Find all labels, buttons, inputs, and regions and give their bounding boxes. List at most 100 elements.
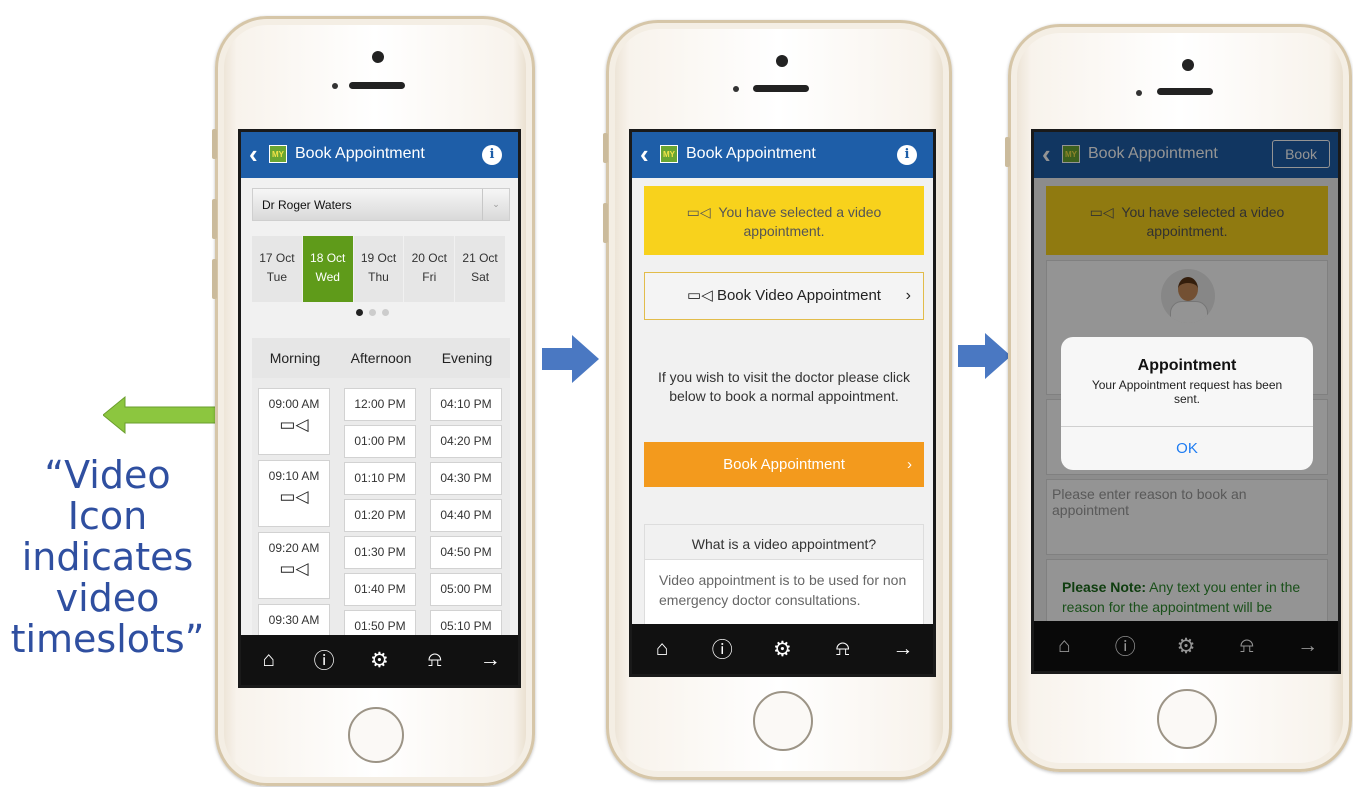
back-chevron-icon[interactable]: ‹ <box>249 141 258 167</box>
book-appointment-button[interactable]: Book Appointment › <box>644 442 924 487</box>
column-header-morning: Morning <box>269 350 321 366</box>
chevron-down-icon: ⌄ <box>482 189 509 220</box>
app-logo: MY <box>269 145 287 163</box>
timeslot-time: 04:50 PM <box>440 545 492 559</box>
date-tab-21[interactable]: 21 Oct Sat <box>455 236 505 302</box>
faq-question[interactable]: What is a video appointment? <box>645 525 923 560</box>
date-weekday: Sat <box>471 270 490 284</box>
timeslot-time: 01:40 PM <box>354 582 406 596</box>
video-camera-icon: ▭◁ <box>279 415 309 434</box>
info-icon[interactable]: ⓘ <box>309 645 339 675</box>
video-timeslot[interactable]: 09:00 AM ▭◁ <box>258 388 330 455</box>
timeslot[interactable]: 01:00 PM <box>344 425 416 458</box>
tab-bar: ⌂ ⓘ ⚙ ⍾ → <box>241 635 518 685</box>
date-day: 19 Oct <box>360 251 397 265</box>
column-header-afternoon: Afternoon <box>350 350 412 366</box>
info-icon[interactable]: i <box>897 145 917 165</box>
speaker-grille <box>349 82 405 89</box>
page-indicator[interactable] <box>356 309 389 316</box>
logout-icon[interactable]: → <box>475 648 505 672</box>
date-tab-20[interactable]: 20 Oct Fri <box>404 236 455 302</box>
tab-bar: ⌂ ⓘ ⚙ ⍾ → <box>632 624 933 674</box>
date-day: 20 Oct <box>411 251 447 265</box>
alert-title: Appointment <box>1137 357 1237 374</box>
settings-icon[interactable]: ⚙ <box>364 648 394 673</box>
app-screen-3: ‹ MY Book Appointment Book ▭◁ You have s… <box>1031 129 1341 674</box>
timeslot-time: 09:20 AM <box>268 541 320 555</box>
phone-frame-3: ‹ MY Book Appointment Book ▭◁ You have s… <box>1005 24 1352 772</box>
timeslot[interactable]: 01:20 PM <box>344 499 416 532</box>
nav-bar: ‹ MY Book Appointment i <box>632 132 933 178</box>
caption-line: indicates <box>21 535 194 580</box>
nav-bar: ‹ MY Book Appointment i <box>241 132 518 178</box>
home-button[interactable] <box>753 691 813 751</box>
blue-arrow-icon <box>958 333 1011 379</box>
home-button[interactable] <box>1157 689 1217 749</box>
timeslot-time: 09:00 AM <box>268 397 320 411</box>
home-icon[interactable]: ⌂ <box>647 637 677 661</box>
timeslot[interactable]: 04:50 PM <box>430 536 502 569</box>
slot-column-headers: Morning Afternoon Evening <box>252 338 510 378</box>
video-timeslot[interactable]: 09:10 AM ▭◁ <box>258 460 330 527</box>
confirmation-alert: Appointment Your Appointment request has… <box>1061 337 1313 470</box>
button-label: Book Appointment <box>723 456 845 473</box>
sensor-icon <box>332 83 338 89</box>
date-weekday: Tue <box>266 270 288 284</box>
logout-icon[interactable]: → <box>888 637 918 661</box>
video-camera-icon: ▭◁ <box>279 487 309 506</box>
timeslot[interactable]: 01:10 PM <box>344 462 416 495</box>
faq-answer: Video appointment is to be used for non … <box>659 572 907 608</box>
timeslot[interactable]: 04:30 PM <box>430 462 502 495</box>
book-video-appointment-button[interactable]: ▭◁ Book Video Appointment › <box>644 272 924 320</box>
side-key <box>603 203 608 243</box>
bell-icon[interactable]: ⍾ <box>828 637 858 661</box>
video-timeslot[interactable]: 09:20 AM ▭◁ <box>258 532 330 599</box>
timeslot[interactable]: 01:40 PM <box>344 573 416 606</box>
timeslot-time: 09:30 AM <box>268 613 320 627</box>
doctor-select-value: Dr Roger Waters <box>262 198 352 212</box>
banner-text: You have selected a video appointment. <box>718 204 882 239</box>
alert-ok-button[interactable]: OK <box>1061 426 1313 470</box>
home-button[interactable] <box>348 707 404 763</box>
sensor-icon <box>1136 90 1142 96</box>
video-selected-banner: ▭◁ You have selected a video appointment… <box>644 186 924 255</box>
date-day: 18 Oct <box>310 251 346 265</box>
speaker-grille <box>1157 88 1213 95</box>
phone-frame-1: ‹ MY Book Appointment i Dr Roger Waters … <box>212 16 535 786</box>
button-label: Book Video Appointment <box>716 287 881 304</box>
timeslot[interactable]: 01:30 PM <box>344 536 416 569</box>
timeslot[interactable]: 04:40 PM <box>430 499 502 532</box>
caption-line: “Video Icon <box>44 453 171 539</box>
timeslot-time: 01:10 PM <box>354 471 406 485</box>
back-chevron-icon[interactable]: ‹ <box>640 141 649 167</box>
video-camera-icon: ▭◁ <box>279 559 309 578</box>
video-camera-icon: ▭◁ <box>687 287 713 304</box>
side-key <box>212 199 217 239</box>
settings-icon[interactable]: ⚙ <box>767 637 797 662</box>
date-tab-18-selected[interactable]: 18 Oct Wed <box>302 236 353 302</box>
timeslot-time: 12:00 PM <box>354 397 406 411</box>
timeslot[interactable]: 05:00 PM <box>430 573 502 606</box>
chevron-right-icon: › <box>907 456 912 473</box>
page-dot <box>369 309 376 316</box>
info-icon[interactable]: ⓘ <box>707 634 737 664</box>
home-icon[interactable]: ⌂ <box>254 648 284 672</box>
doctor-select[interactable]: Dr Roger Waters ⌄ <box>252 188 510 221</box>
date-tab-19[interactable]: 19 Oct Thu <box>353 236 404 302</box>
timeslot-time: 05:10 PM <box>440 619 492 633</box>
alert-message: Your Appointment request has been sent. <box>1091 378 1283 406</box>
front-camera-icon <box>776 55 788 67</box>
timeslot[interactable]: 04:10 PM <box>430 388 502 421</box>
phone-frame-2: ‹ MY Book Appointment i ▭◁ You have sele… <box>603 20 952 780</box>
caption-line: timeslots” <box>10 617 205 662</box>
date-tab-17[interactable]: 17 Oct Tue <box>252 236 302 302</box>
bell-icon[interactable]: ⍾ <box>420 648 450 672</box>
page-title: Book Appointment <box>295 145 425 162</box>
side-key <box>603 133 608 163</box>
timeslot-time: 01:00 PM <box>354 434 406 448</box>
info-icon[interactable]: i <box>482 145 502 165</box>
page-dot-active <box>356 309 363 316</box>
timeslot-time: 05:00 PM <box>440 582 492 596</box>
timeslot[interactable]: 04:20 PM <box>430 425 502 458</box>
timeslot[interactable]: 12:00 PM <box>344 388 416 421</box>
